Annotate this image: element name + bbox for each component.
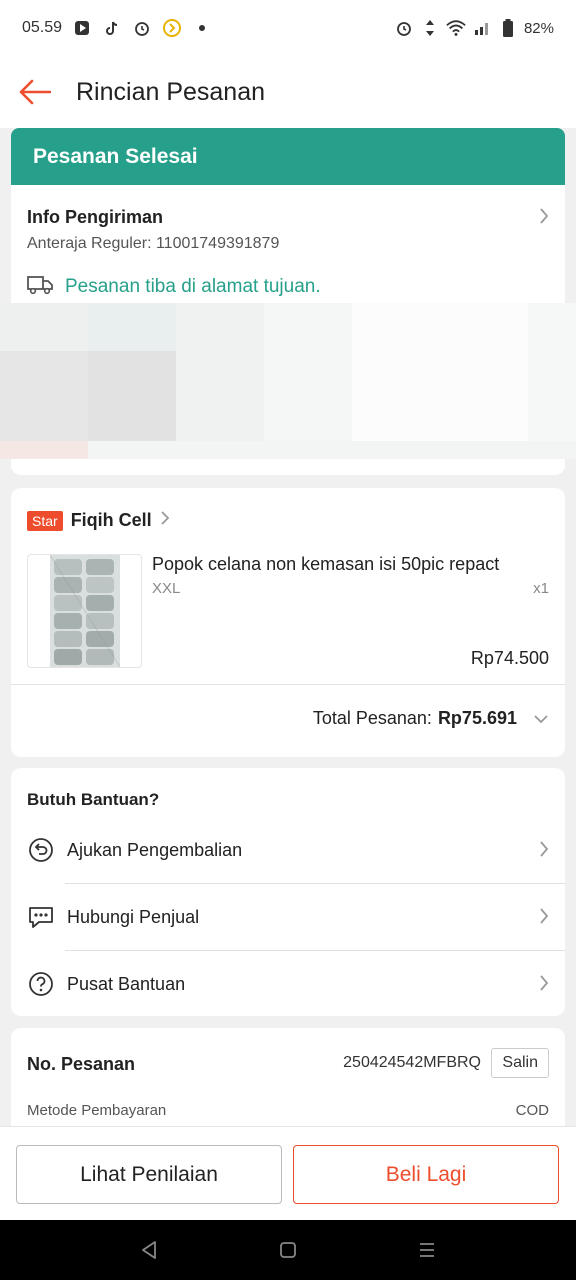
shipping-info-title: Info Pengiriman <box>27 207 164 227</box>
back-button[interactable] <box>0 56 70 128</box>
help-title: Butuh Bantuan? <box>27 790 160 809</box>
wifi-icon <box>446 18 466 38</box>
order-total-label: Total Pesanan: <box>312 708 432 728</box>
order-status-banner: Pesanan Selesai <box>11 128 565 185</box>
status-right: 82% <box>394 18 554 38</box>
nav-home-button[interactable] <box>268 1230 308 1270</box>
order-detail-content[interactable]: Pesanan Selesai Info Pengiriman Anteraja… <box>0 128 576 1126</box>
app-notification-icon <box>162 18 182 38</box>
dot-icon <box>192 18 212 38</box>
shipping-status-text: Pesanan tiba di alamat tujuan. <box>65 275 321 297</box>
status-bar: 05.59 82% <box>0 0 576 56</box>
product-name[interactable]: Popok celana non kemasan isi 50pic repac… <box>152 554 499 575</box>
shop-name: Fiqih Cell <box>70 510 152 530</box>
data-transfer-icon <box>420 18 440 38</box>
battery-percent: 82% <box>523 19 554 37</box>
help-item-label: Pusat Bantuan <box>67 973 186 994</box>
product-quantity: x1 <box>533 580 549 597</box>
back-arrow-icon <box>19 79 51 105</box>
alarm-icon <box>394 18 414 38</box>
payment-method-value: COD <box>515 1102 549 1119</box>
help-card: Butuh Bantuan? Ajukan Pengembalian Hubun… <box>11 768 565 1016</box>
order-status-label: Pesanan Selesai <box>33 144 198 168</box>
help-item-contact-seller[interactable]: Hubungi Penjual <box>11 884 565 950</box>
product-image[interactable] <box>27 554 142 668</box>
shop-order-card: Star Fiqih Cell Popok celana non kemasan… <box>11 488 565 757</box>
truck-icon <box>27 273 53 300</box>
chevron-right-icon <box>160 510 170 531</box>
help-icon <box>27 970 55 998</box>
help-item-label: Hubungi Penjual <box>67 906 200 927</box>
page-title: Rincian Pesanan <box>76 77 266 106</box>
app-header: Rincian Pesanan <box>0 56 576 128</box>
order-total-row[interactable]: Total Pesanan: Rp75.691 <box>313 708 549 729</box>
signal-icon <box>472 18 492 38</box>
order-info-card: No. Pesanan 250424542MFBRQ Salin Metode … <box>11 1028 565 1126</box>
star-seller-badge: Star <box>27 510 63 531</box>
chevron-down-icon <box>533 708 549 729</box>
clock-text: 05.59 <box>22 19 63 36</box>
return-icon <box>27 836 55 864</box>
battery-icon <box>498 18 518 38</box>
square-home-icon <box>280 1242 296 1258</box>
alarm-icon <box>132 18 152 38</box>
divider <box>11 684 565 685</box>
chat-icon <box>27 903 55 931</box>
help-item-label: Ajukan Pengembalian <box>67 839 243 860</box>
bottom-action-bar: Lihat Penilaian Beli Lagi <box>0 1126 576 1220</box>
shipping-status-row: Pesanan tiba di alamat tujuan. <box>27 273 321 300</box>
order-total-value: Rp75.691 <box>437 708 517 728</box>
chevron-right-icon <box>539 207 549 230</box>
product-price: Rp74.500 <box>470 648 549 668</box>
order-number: 250424542MFBRQ <box>343 1054 481 1071</box>
view-review-button[interactable]: Lihat Penilaian <box>16 1145 282 1204</box>
product-variant: XXL <box>152 580 181 597</box>
tiktok-icon <box>102 18 122 38</box>
payment-method-label: Metode Pembayaran <box>27 1102 167 1119</box>
chevron-right-icon <box>539 840 549 863</box>
shipping-courier: Anteraja Reguler: 11001749391879 <box>27 235 280 252</box>
redacted-area <box>0 303 576 459</box>
chevron-right-icon <box>539 907 549 930</box>
system-nav-bar <box>0 1220 576 1280</box>
buy-again-button[interactable]: Beli Lagi <box>293 1145 559 1204</box>
copy-button[interactable]: Salin <box>491 1048 549 1078</box>
shipping-info-card[interactable]: Info Pengiriman Anteraja Reguler: 110017… <box>0 185 576 475</box>
nav-recents-button[interactable] <box>407 1230 447 1270</box>
nav-back-button[interactable] <box>129 1230 169 1270</box>
status-left: 05.59 <box>22 18 212 38</box>
triangle-back-icon <box>142 1241 157 1259</box>
help-item-return[interactable]: Ajukan Pengembalian <box>11 817 565 883</box>
order-number-label: No. Pesanan <box>27 1054 136 1074</box>
play-icon <box>72 18 92 38</box>
chevron-right-icon <box>539 974 549 997</box>
help-item-help-center[interactable]: Pusat Bantuan <box>11 951 565 1017</box>
menu-lines-icon <box>419 1243 434 1257</box>
shop-header[interactable]: Star Fiqih Cell <box>27 510 170 531</box>
